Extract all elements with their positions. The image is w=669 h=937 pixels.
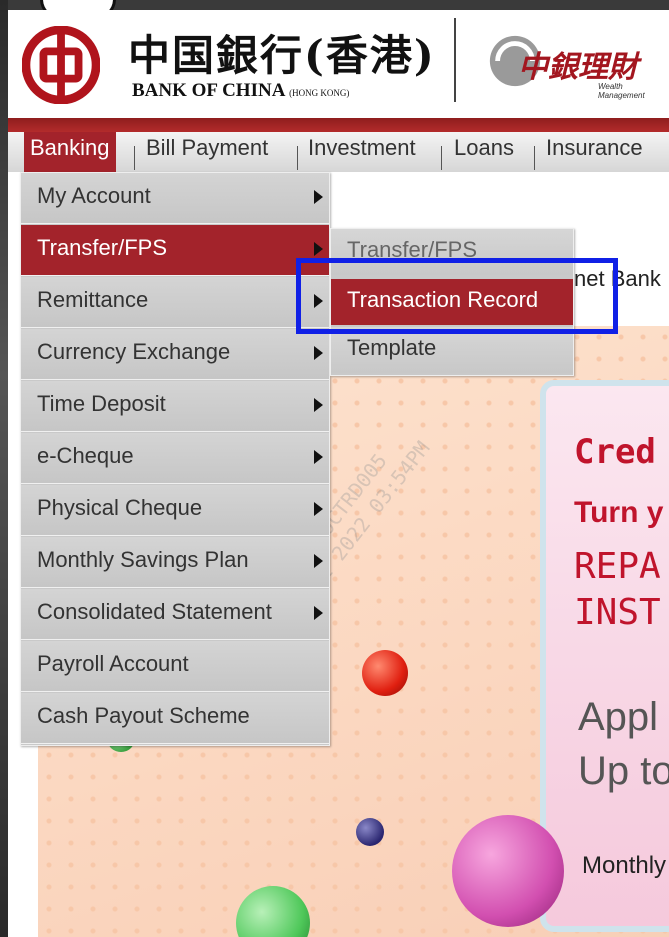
red-band — [8, 118, 669, 132]
nav-investment[interactable]: Investment — [302, 132, 422, 172]
bank-name-en-main: BANK OF CHINA — [132, 80, 285, 101]
menu-item-consolidated-statement[interactable]: Consolidated Statement — [21, 589, 329, 640]
chevron-right-icon — [314, 502, 323, 516]
menu-item-label: Consolidated Statement — [37, 599, 272, 624]
promo-repay-text: REPA INST — [574, 544, 661, 636]
navy-ball-decoration — [356, 818, 384, 846]
menu-item-label: Remittance — [37, 287, 149, 312]
menu-item-remittance[interactable]: Remittance — [21, 277, 329, 328]
chevron-right-icon — [314, 398, 323, 412]
menu-item-cash-payout-scheme[interactable]: Cash Payout Scheme — [21, 693, 329, 744]
nav-loans[interactable]: Loans — [448, 132, 520, 172]
wealth-name-en: Wealth Management — [598, 82, 645, 100]
nav-separator — [297, 146, 298, 170]
bank-name-en-sub: (HONG KONG) — [289, 88, 350, 98]
nav-separator — [134, 146, 135, 170]
highlight-box — [296, 258, 618, 334]
promo-apply-line1: Appl — [578, 695, 659, 739]
red-ball-decoration — [362, 650, 408, 696]
nav-insurance[interactable]: Insurance — [540, 132, 649, 172]
promo-apply-line2: Up to — [578, 749, 669, 793]
nav-separator — [441, 146, 442, 170]
nav-banking[interactable]: Banking — [24, 132, 116, 172]
menu-item-payroll-account[interactable]: Payroll Account — [21, 641, 329, 692]
nav-separator — [534, 146, 535, 170]
promo-monthly-text: Monthly — [582, 852, 667, 879]
header: 中国銀行(香港) BANK OF CHINA (HONG KONG) 中銀理財 … — [8, 10, 669, 118]
left-edge — [0, 0, 8, 937]
bank-name-cn: 中国銀行(香港) — [128, 31, 436, 80]
menu-item-label: Payroll Account — [37, 651, 189, 676]
bank-name-en: BANK OF CHINA (HONG KONG) — [132, 80, 349, 102]
menu-item-label: Time Deposit — [37, 391, 166, 416]
menu-item-label: Monthly Savings Plan — [37, 547, 249, 572]
menu-item-my-account[interactable]: My Account — [21, 173, 329, 224]
header-divider — [454, 18, 456, 102]
menu-item-label: Physical Cheque — [37, 495, 203, 520]
promo-subtitle: Turn y — [574, 496, 664, 529]
chevron-right-icon — [314, 242, 323, 256]
menu-item-physical-cheque[interactable]: Physical Cheque — [21, 485, 329, 536]
chevron-right-icon — [314, 346, 323, 360]
menu-item-label: Currency Exchange — [37, 339, 231, 364]
promo-repay-line2: INST — [574, 592, 661, 633]
menu-item-label: My Account — [37, 183, 151, 208]
promo-title: Cred — [574, 432, 656, 472]
menu-item-currency-exchange[interactable]: Currency Exchange — [21, 329, 329, 380]
banking-dropdown-menu: My Account Transfer/FPS Remittance Curre… — [20, 172, 330, 746]
pink-ball-decoration — [452, 815, 564, 927]
menu-item-e-cheque[interactable]: e-Cheque — [21, 433, 329, 484]
menu-item-label: Transfer/FPS — [37, 235, 167, 260]
chevron-right-icon — [314, 450, 323, 464]
menu-item-transfer-fps[interactable]: Transfer/FPS — [21, 225, 329, 276]
chevron-right-icon — [314, 606, 323, 620]
promo-repay-line1: REPA — [574, 546, 661, 587]
nav-bill-payment[interactable]: Bill Payment — [140, 132, 274, 172]
boc-logo-icon[interactable] — [22, 26, 100, 104]
menu-item-label: e-Cheque — [37, 443, 134, 468]
menu-item-label: Cash Payout Scheme — [37, 703, 250, 728]
main-nav: Banking Bill Payment Investment Loans In… — [8, 132, 669, 173]
chevron-right-icon — [314, 190, 323, 204]
menu-item-time-deposit[interactable]: Time Deposit — [21, 381, 329, 432]
chevron-right-icon — [314, 554, 323, 568]
wealth-name-cn: 中銀理財 — [518, 50, 638, 85]
promo-apply-text: Appl Up to — [578, 690, 669, 798]
menu-item-monthly-savings-plan[interactable]: Monthly Savings Plan — [21, 537, 329, 588]
page: 中国銀行(香港) BANK OF CHINA (HONG KONG) 中銀理財 … — [0, 0, 669, 937]
